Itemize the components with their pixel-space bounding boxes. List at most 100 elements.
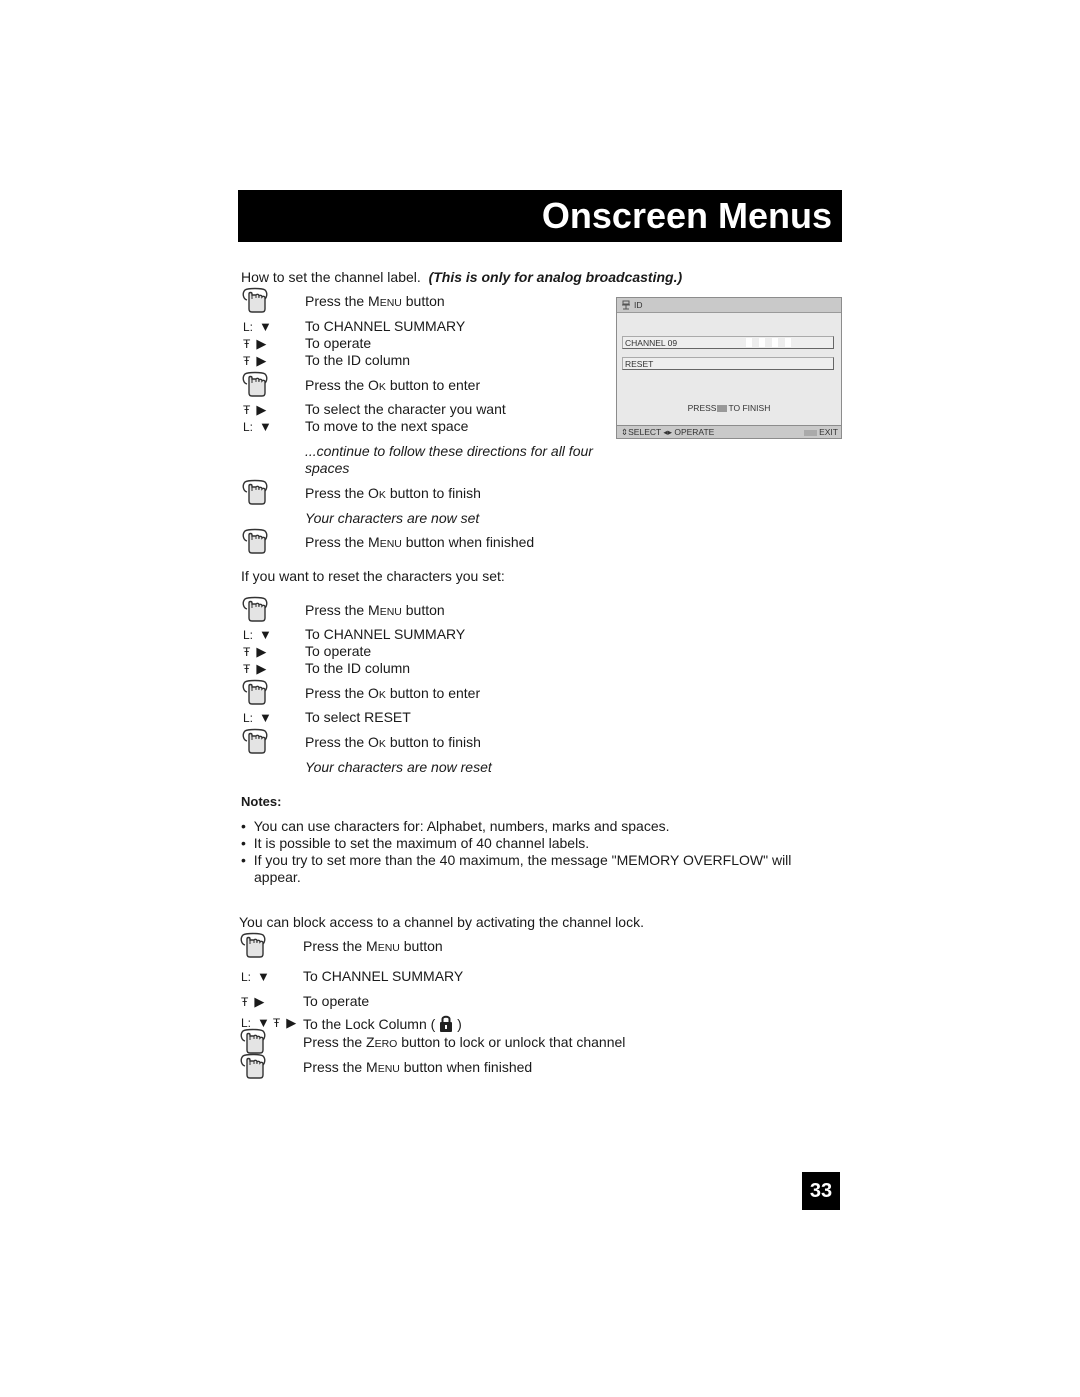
step-main: To move to the next space: [305, 418, 469, 434]
ok-button-icon: [717, 405, 728, 413]
lock-intro: You can block access to a channel by act…: [239, 914, 644, 930]
step-post: button: [401, 602, 445, 618]
step-text: Press the Menu button when finished: [303, 1059, 532, 1078]
right-arrow-icon: ▶: [256, 353, 267, 368]
step-pre: Press the: [305, 685, 369, 701]
button-name-rest: enu: [379, 297, 402, 309]
step-text: To CHANNEL SUMMARY: [303, 968, 463, 985]
step-text: Press the Ok button to enter: [305, 685, 480, 704]
button-name-initial: M: [366, 938, 378, 954]
remote-key-glyph: L:: [243, 420, 254, 434]
button-name: Ok: [368, 485, 386, 501]
step-post: button when finished: [399, 1059, 533, 1075]
remote-key-glyph: L:: [243, 628, 254, 642]
button-name-initial: Z: [366, 1034, 375, 1050]
step-pre: Press the: [303, 938, 367, 954]
button-name-text: Ok: [368, 734, 386, 750]
tv-select-label: SELECT: [628, 427, 662, 437]
button-name-rest: ero: [374, 1038, 398, 1050]
step-main: To CHANNEL SUMMARY: [305, 626, 466, 642]
press-button-icon: [240, 932, 266, 958]
button-name-initial: M: [368, 293, 380, 309]
char-slot: [746, 338, 752, 347]
button-name-text: Menu: [368, 602, 402, 618]
remote-keys: Ŧ ▶: [241, 993, 264, 1011]
remote-keys: Ŧ ▶: [243, 352, 266, 370]
press-button-icon: [242, 679, 268, 705]
step-text: To operate: [303, 993, 369, 1010]
step-text: Press the Ok button to finish: [305, 485, 481, 504]
button-name: Menu: [366, 938, 400, 954]
button-name: Zero: [366, 1034, 397, 1050]
remote-key-glyph: Ŧ: [272, 1016, 281, 1030]
press-button-icon-wrap: [241, 479, 269, 510]
step-pre: Press the: [305, 293, 369, 309]
step-text: To operate: [305, 335, 371, 352]
step-text: Your characters are now reset: [305, 759, 492, 776]
press-button-icon: [242, 287, 268, 313]
note-item: • If you try to set more than the 40 max…: [241, 852, 792, 868]
down-arrow-icon: ▼: [259, 710, 272, 725]
step-main: To operate: [303, 993, 370, 1009]
step-text: To the Lock Column ( ): [303, 1014, 462, 1033]
press-button-icon: [242, 371, 268, 397]
remote-key-glyph: Ŧ: [243, 645, 251, 659]
step-text: To move to the next space: [305, 418, 468, 435]
button-name: Menu: [368, 534, 402, 550]
step-main: To operate: [305, 335, 372, 351]
button-name-initial: O: [368, 485, 379, 501]
step-text: Press the Ok button to enter: [305, 377, 480, 396]
tv-title: ID: [634, 300, 643, 310]
step-pre: Press the: [303, 1059, 367, 1075]
note-text: If you try to set more than the 40 maxim…: [253, 852, 792, 868]
press-button-icon-wrap: [239, 932, 267, 963]
tv-press-pre: PRESS: [687, 403, 717, 413]
char-slot: [759, 338, 765, 347]
step-post: button to finish: [385, 734, 481, 750]
note-text: You can use characters for: Alphabet, nu…: [253, 818, 670, 834]
remote-key-glyph: Ŧ: [243, 354, 251, 368]
step-post: button to finish: [385, 485, 481, 501]
lock-icon: [440, 1015, 453, 1032]
remote-keys: L: ▼: [243, 318, 272, 336]
tv-channel-label: CHANNEL 09: [625, 338, 678, 348]
button-name-rest: enu: [377, 1063, 400, 1075]
step-text: To the ID column: [305, 352, 410, 369]
step-main: To the ID column: [305, 352, 411, 368]
menu-button-icon: [804, 429, 818, 436]
step-text: To CHANNEL SUMMARY: [305, 318, 465, 335]
remote-keys: L: ▼: [241, 968, 270, 986]
tv-press-hint: PRESS TO FINISH: [617, 403, 841, 413]
step-text: To CHANNEL SUMMARY: [305, 626, 465, 643]
section-header: Onscreen Menus: [238, 190, 842, 242]
step-text: To select the character you want: [305, 401, 506, 418]
step-text: Press the Ok button to finish: [305, 734, 481, 753]
button-name-initial: O: [368, 377, 379, 393]
button-name-initial: O: [368, 685, 379, 701]
press-button-icon-wrap: [241, 528, 269, 559]
right-arrow-icon: ▶: [286, 1015, 297, 1030]
step-main: To CHANNEL SUMMARY: [305, 318, 466, 334]
step-main: ...continue to follow these directions f…: [305, 443, 593, 459]
button-name: Ok: [368, 377, 386, 393]
step-pre: Press the: [303, 1034, 367, 1050]
step-main: To select the character you want: [305, 401, 506, 417]
button-name: Menu: [368, 293, 402, 309]
button-name-text: Menu: [368, 534, 402, 550]
intro-text: How to set the channel label. (This is o…: [241, 268, 682, 286]
button-name-text: Ok: [368, 377, 386, 393]
button-name-initial: O: [368, 734, 379, 750]
press-button-icon: [242, 528, 268, 554]
note-item-continued: appear.: [254, 869, 301, 885]
button-name: Ok: [368, 685, 386, 701]
button-name-text: Menu: [366, 1059, 400, 1075]
step-text: To select RESET: [305, 709, 411, 726]
button-name-rest: k: [378, 738, 386, 750]
step-post: button: [401, 293, 445, 309]
remote-key-glyph: L:: [243, 711, 254, 725]
step-main: To CHANNEL SUMMARY: [303, 968, 464, 984]
step-continued: spaces: [305, 460, 350, 476]
note-item: • You can use characters for: Alphabet, …: [241, 818, 670, 834]
right-arrow-icon: ▶: [256, 644, 267, 659]
step-text: Press the Menu button: [305, 602, 445, 621]
